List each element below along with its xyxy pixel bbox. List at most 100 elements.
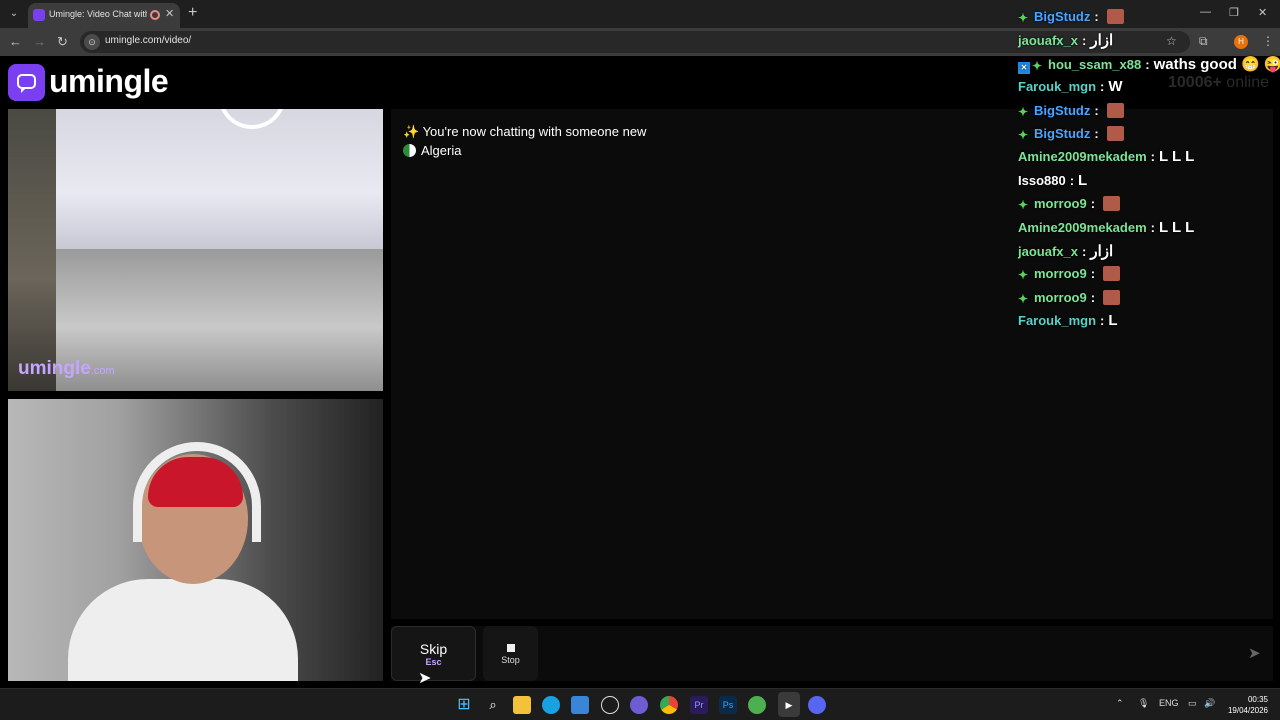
chat-username: Farouk_mgn xyxy=(1018,79,1097,95)
discord-icon[interactable] xyxy=(808,696,826,714)
stranger-video: umingle.com xyxy=(8,109,383,391)
extensions-icon[interactable]: ⧉ xyxy=(1199,34,1208,49)
chat-separator: : xyxy=(1069,172,1075,188)
site-info-icon[interactable]: ⊙ xyxy=(84,34,100,50)
emote-icon xyxy=(1103,196,1121,212)
chat-separator: : xyxy=(1090,266,1096,282)
self-webcam-video xyxy=(8,399,383,681)
language-indicator[interactable]: ENG xyxy=(1159,698,1179,708)
new-partner-text: You're now chatting with someone new xyxy=(422,124,647,139)
online-label: online xyxy=(1226,74,1269,91)
chat-message: ازار xyxy=(1090,243,1114,260)
stream-chat-line: Amine2009mekadem: L L L xyxy=(1018,148,1194,169)
chat-message: L L L xyxy=(1158,148,1195,166)
send-icon[interactable]: ➤ xyxy=(1248,644,1261,662)
chat-username: BigStudz xyxy=(1034,102,1091,118)
chat-separator: : xyxy=(1094,9,1099,24)
new-tab-icon[interactable]: + xyxy=(188,4,197,22)
stream-chat-line: jaouafx_x: ازار xyxy=(1018,31,1113,52)
windows-taskbar: ⊞ ⌕ Pr Ps ▶ ⌃ 🎙 ENG ▭ 🔊 00:35 19/04/2026 xyxy=(0,688,1280,720)
close-tab-icon[interactable]: ✕ xyxy=(165,7,174,20)
chat-separator: : xyxy=(1100,313,1105,329)
chrome-icon[interactable] xyxy=(660,696,678,714)
clock-date: 19/04/2026 xyxy=(1227,706,1268,715)
chat-username: morroo9 xyxy=(1034,266,1087,282)
partner-country: Algeria xyxy=(403,143,461,158)
utorrent-icon[interactable] xyxy=(748,696,766,714)
algeria-flag-icon xyxy=(403,144,416,157)
menu-kebab-icon[interactable]: ⋮ xyxy=(1262,34,1274,48)
chat-bubble-icon xyxy=(8,64,45,101)
volume-icon[interactable]: 🔊 xyxy=(1204,698,1215,709)
network-icon[interactable]: ▭ xyxy=(1188,698,1197,709)
file-explorer-icon[interactable] xyxy=(513,696,531,714)
video-watermark: umingle.com xyxy=(18,358,115,380)
system-message: ✨ You're now chatting with someone new xyxy=(403,124,646,140)
stream-chat-line: ✦ BigStudz: xyxy=(1018,102,1124,123)
green-diamond-badge-icon: ✦ xyxy=(1018,128,1029,142)
emote-icon xyxy=(1106,102,1124,118)
clock[interactable]: 00:35 19/04/2026 xyxy=(1224,694,1268,716)
logo-text: umingle xyxy=(49,63,169,99)
chat-message: L xyxy=(1108,312,1118,330)
online-number: 10006+ xyxy=(1168,74,1222,91)
tray-overflow-icon[interactable]: ⌃ xyxy=(1116,698,1124,709)
chat-panel: ✨ You're now chatting with someone new A… xyxy=(391,109,1273,619)
stream-chat-line: ✦ BigStudz: xyxy=(1018,125,1124,146)
profile-avatar[interactable]: H xyxy=(1234,35,1248,49)
maximize-icon[interactable]: ❐ xyxy=(1229,6,1239,19)
chat-message: L L L xyxy=(1158,218,1195,236)
chat-username: jaouafx_x xyxy=(1018,33,1078,49)
chat-message: W xyxy=(1108,78,1123,96)
chatgpt-icon[interactable] xyxy=(601,696,619,714)
browser-tab[interactable]: Umingle: Video Chat with St ✕ xyxy=(28,3,180,28)
store-icon[interactable] xyxy=(571,696,589,714)
recording-icon xyxy=(150,10,160,20)
chat-separator: : xyxy=(1090,196,1096,212)
close-window-icon[interactable]: ✕ xyxy=(1258,6,1267,19)
reload-icon[interactable]: ↻ xyxy=(57,34,68,50)
microphone-icon[interactable]: 🎙 xyxy=(1138,698,1149,709)
bookmark-star-icon[interactable]: ☆ xyxy=(1166,34,1177,48)
watermark-text: umingle xyxy=(18,358,91,379)
skip-shortcut: Esc xyxy=(425,657,442,667)
chat-username: Farouk_mgn xyxy=(1018,313,1097,329)
media-player-icon[interactable]: ▶ xyxy=(780,696,798,714)
green-diamond-badge-icon: ✦ xyxy=(1032,58,1043,73)
green-diamond-badge-icon: ✦ xyxy=(1018,104,1029,119)
tab-search-icon[interactable]: ⌄ xyxy=(6,6,22,22)
chat-controls: Skip Esc Stop ➤ xyxy=(391,626,1273,681)
stream-chat-line: Farouk_mgn: L xyxy=(1018,312,1118,333)
chat-username: BigStudz xyxy=(1034,126,1091,141)
windows-start-icon[interactable]: ⊞ xyxy=(455,696,473,714)
back-icon[interactable]: ← xyxy=(9,34,22,49)
premiere-icon[interactable]: Pr xyxy=(690,696,708,714)
chat-separator: : xyxy=(1090,289,1096,305)
stop-button[interactable]: Stop xyxy=(483,626,538,681)
stream-chat-line: ✦ morroo9: xyxy=(1018,289,1121,310)
green-diamond-badge-icon: ✦ xyxy=(1018,11,1029,25)
stream-chat-line: ✕ ✦ hou_ssam_x88: waths good 😁 😜 xyxy=(1018,55,1280,76)
emote-icon xyxy=(1106,126,1124,141)
emote-icon xyxy=(1103,266,1121,282)
chat-username: hou_ssam_x88 xyxy=(1048,56,1142,72)
photoshop-icon[interactable]: Ps xyxy=(719,696,737,714)
url-text: umingle.com/video/ xyxy=(105,35,192,46)
chat-username: morroo9 xyxy=(1034,289,1087,305)
edge-icon[interactable] xyxy=(542,696,560,714)
minimize-icon[interactable]: — xyxy=(1200,6,1211,18)
chat-username: Amine2009mekadem xyxy=(1018,219,1147,235)
chat-username: jaouafx_x xyxy=(1018,244,1078,259)
app-icon[interactable] xyxy=(630,696,648,714)
country-name: Algeria xyxy=(421,143,462,158)
sparkle-icon: ✨ xyxy=(403,124,420,139)
chat-username: Amine2009mekadem xyxy=(1018,149,1147,165)
skip-button[interactable]: Skip Esc xyxy=(391,626,476,681)
message-input[interactable] xyxy=(546,626,1273,681)
search-icon[interactable]: ⌕ xyxy=(484,696,502,714)
forward-icon[interactable]: → xyxy=(33,34,46,49)
chat-username: BigStudz xyxy=(1034,9,1091,24)
emote-icon xyxy=(1106,9,1124,24)
green-diamond-badge-icon: ✦ xyxy=(1018,268,1029,283)
chat-separator: : xyxy=(1081,244,1087,259)
